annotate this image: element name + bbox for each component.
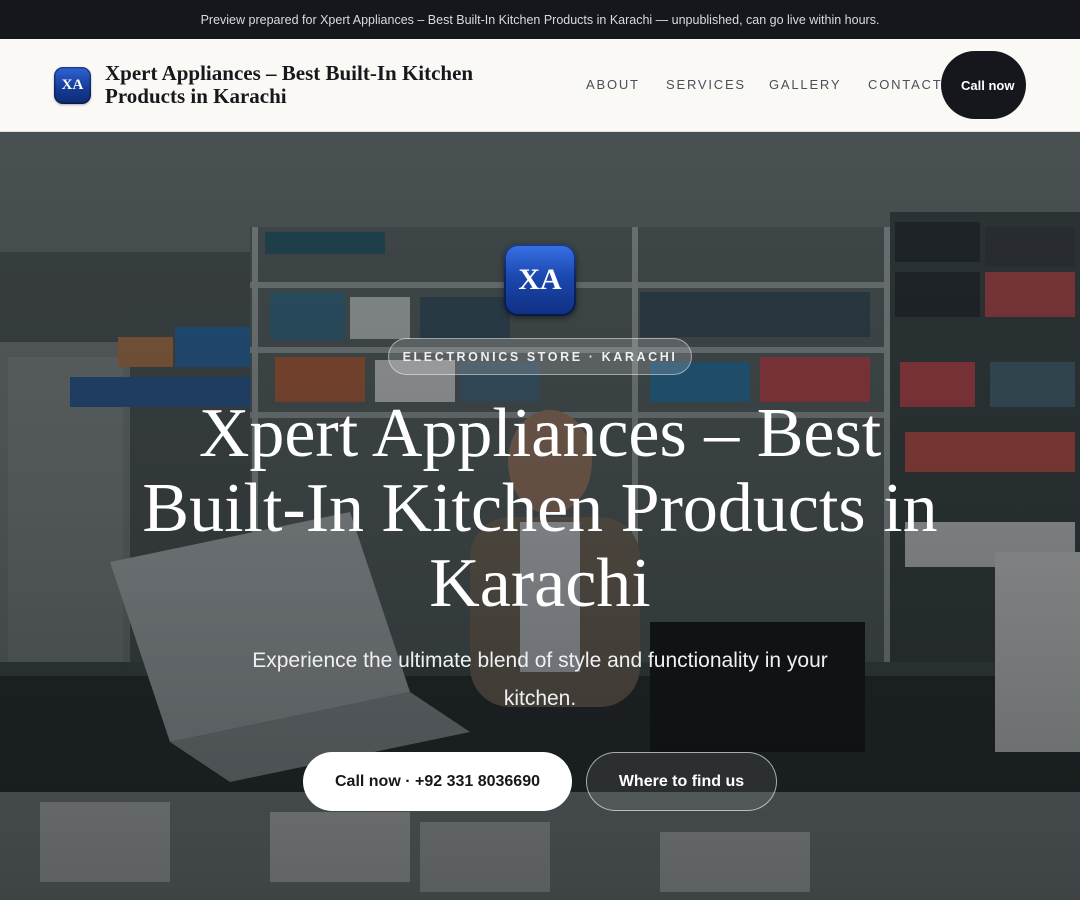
- brand-name[interactable]: Xpert Appliances – Best Built-In Kitchen…: [105, 62, 535, 108]
- nav-link-contact[interactable]: CONTACT: [868, 77, 942, 92]
- nav-link-gallery[interactable]: GALLERY: [769, 77, 841, 92]
- hero-title: Xpert Appliances – Best Built-In Kitchen…: [142, 395, 938, 622]
- site-header: XA Xpert Appliances – Best Built-In Kitc…: [0, 39, 1080, 132]
- nav-link-about[interactable]: ABOUT: [586, 77, 640, 92]
- brand-logo[interactable]: XA: [54, 66, 91, 104]
- hero-location-button[interactable]: Where to find us: [586, 752, 777, 811]
- hero-section: XA ELECTRONICS STORE · KARACHI Xpert App…: [0, 132, 1080, 900]
- nav-link-services[interactable]: SERVICES: [666, 77, 746, 92]
- preview-banner-text: Preview prepared for Xpert Appliances – …: [200, 12, 880, 27]
- hero-eyebrow: ELECTRONICS STORE · KARACHI: [388, 338, 692, 375]
- preview-banner: Preview prepared for Xpert Appliances – …: [0, 0, 1080, 39]
- hero-logo: XA: [504, 244, 576, 316]
- hero-subtitle: Experience the ultimate blend of style a…: [252, 649, 828, 710]
- brand[interactable]: XA Xpert Appliances – Best Built-In Kitc…: [54, 39, 535, 131]
- hero-call-button[interactable]: Call now · +92 331 8036690: [303, 752, 572, 811]
- header-call-button[interactable]: Call now: [941, 51, 1026, 119]
